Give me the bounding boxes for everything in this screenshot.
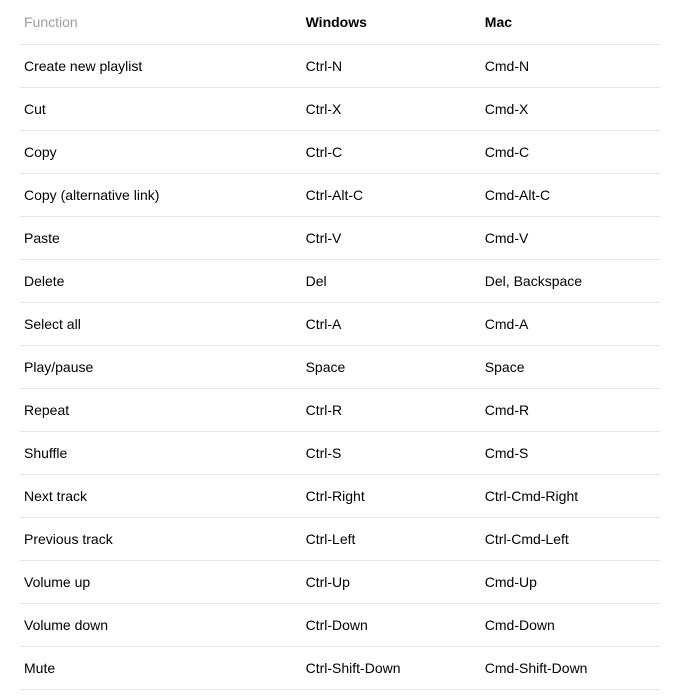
cell-function: Next track <box>20 475 302 518</box>
cell-function: Create new playlist <box>20 45 302 88</box>
cell-windows: Ctrl-C <box>302 131 481 174</box>
table-row: MuteCtrl-Shift-DownCmd-Shift-Down <box>20 647 660 690</box>
cell-function: Play/pause <box>20 346 302 389</box>
cell-mac: Ctrl-Cmd-Right <box>481 475 660 518</box>
cell-mac: Cmd-X <box>481 88 660 131</box>
cell-windows: Ctrl-V <box>302 217 481 260</box>
table-row: PasteCtrl-VCmd-V <box>20 217 660 260</box>
cell-mac: Cmd-N <box>481 45 660 88</box>
table-row: Volume upCtrl-UpCmd-Up <box>20 561 660 604</box>
table-row: CutCtrl-XCmd-X <box>20 88 660 131</box>
cell-mac: Cmd-Shift-Down <box>481 647 660 690</box>
table-row: DeleteDelDel, Backspace <box>20 260 660 303</box>
table-row: CopyCtrl-CCmd-C <box>20 131 660 174</box>
cell-mac: Del, Backspace <box>481 260 660 303</box>
cell-windows: Ctrl-Up <box>302 561 481 604</box>
cell-function: Copy (alternative link) <box>20 174 302 217</box>
cell-function: Cut <box>20 88 302 131</box>
table-header-row: Function Windows Mac <box>20 14 660 45</box>
cell-mac: Cmd-C <box>481 131 660 174</box>
table-row: Next trackCtrl-RightCtrl-Cmd-Right <box>20 475 660 518</box>
header-windows: Windows <box>302 14 481 45</box>
table-row: RepeatCtrl-RCmd-R <box>20 389 660 432</box>
cell-function: Select all <box>20 303 302 346</box>
cell-mac: Cmd-Up <box>481 561 660 604</box>
table-row: Play/pauseSpaceSpace <box>20 346 660 389</box>
cell-windows: Ctrl-Right <box>302 475 481 518</box>
cell-function: Delete <box>20 260 302 303</box>
cell-function: Previous track <box>20 518 302 561</box>
cell-windows: Ctrl-S <box>302 432 481 475</box>
header-mac: Mac <box>481 14 660 45</box>
cell-function: Copy <box>20 131 302 174</box>
cell-mac: Cmd-A <box>481 303 660 346</box>
cell-function: Shuffle <box>20 432 302 475</box>
shortcuts-table: Function Windows Mac Create new playlist… <box>20 14 660 690</box>
cell-mac: Cmd-S <box>481 432 660 475</box>
table-row: Copy (alternative link)Ctrl-Alt-CCmd-Alt… <box>20 174 660 217</box>
cell-windows: Ctrl-Shift-Down <box>302 647 481 690</box>
cell-function: Volume down <box>20 604 302 647</box>
cell-mac: Cmd-Down <box>481 604 660 647</box>
cell-windows: Ctrl-N <box>302 45 481 88</box>
table-row: Select allCtrl-ACmd-A <box>20 303 660 346</box>
cell-windows: Ctrl-Left <box>302 518 481 561</box>
cell-mac: Ctrl-Cmd-Left <box>481 518 660 561</box>
table-row: Previous trackCtrl-LeftCtrl-Cmd-Left <box>20 518 660 561</box>
cell-windows: Ctrl-R <box>302 389 481 432</box>
cell-mac: Cmd-Alt-C <box>481 174 660 217</box>
cell-function: Paste <box>20 217 302 260</box>
table-row: Volume downCtrl-DownCmd-Down <box>20 604 660 647</box>
cell-windows: Ctrl-A <box>302 303 481 346</box>
cell-function: Repeat <box>20 389 302 432</box>
cell-windows: Del <box>302 260 481 303</box>
cell-windows: Ctrl-Down <box>302 604 481 647</box>
cell-function: Volume up <box>20 561 302 604</box>
header-function: Function <box>20 14 302 45</box>
table-row: ShuffleCtrl-SCmd-S <box>20 432 660 475</box>
table-row: Create new playlistCtrl-NCmd-N <box>20 45 660 88</box>
cell-windows: Ctrl-X <box>302 88 481 131</box>
cell-windows: Space <box>302 346 481 389</box>
cell-function: Mute <box>20 647 302 690</box>
cell-mac: Space <box>481 346 660 389</box>
cell-windows: Ctrl-Alt-C <box>302 174 481 217</box>
cell-mac: Cmd-V <box>481 217 660 260</box>
cell-mac: Cmd-R <box>481 389 660 432</box>
